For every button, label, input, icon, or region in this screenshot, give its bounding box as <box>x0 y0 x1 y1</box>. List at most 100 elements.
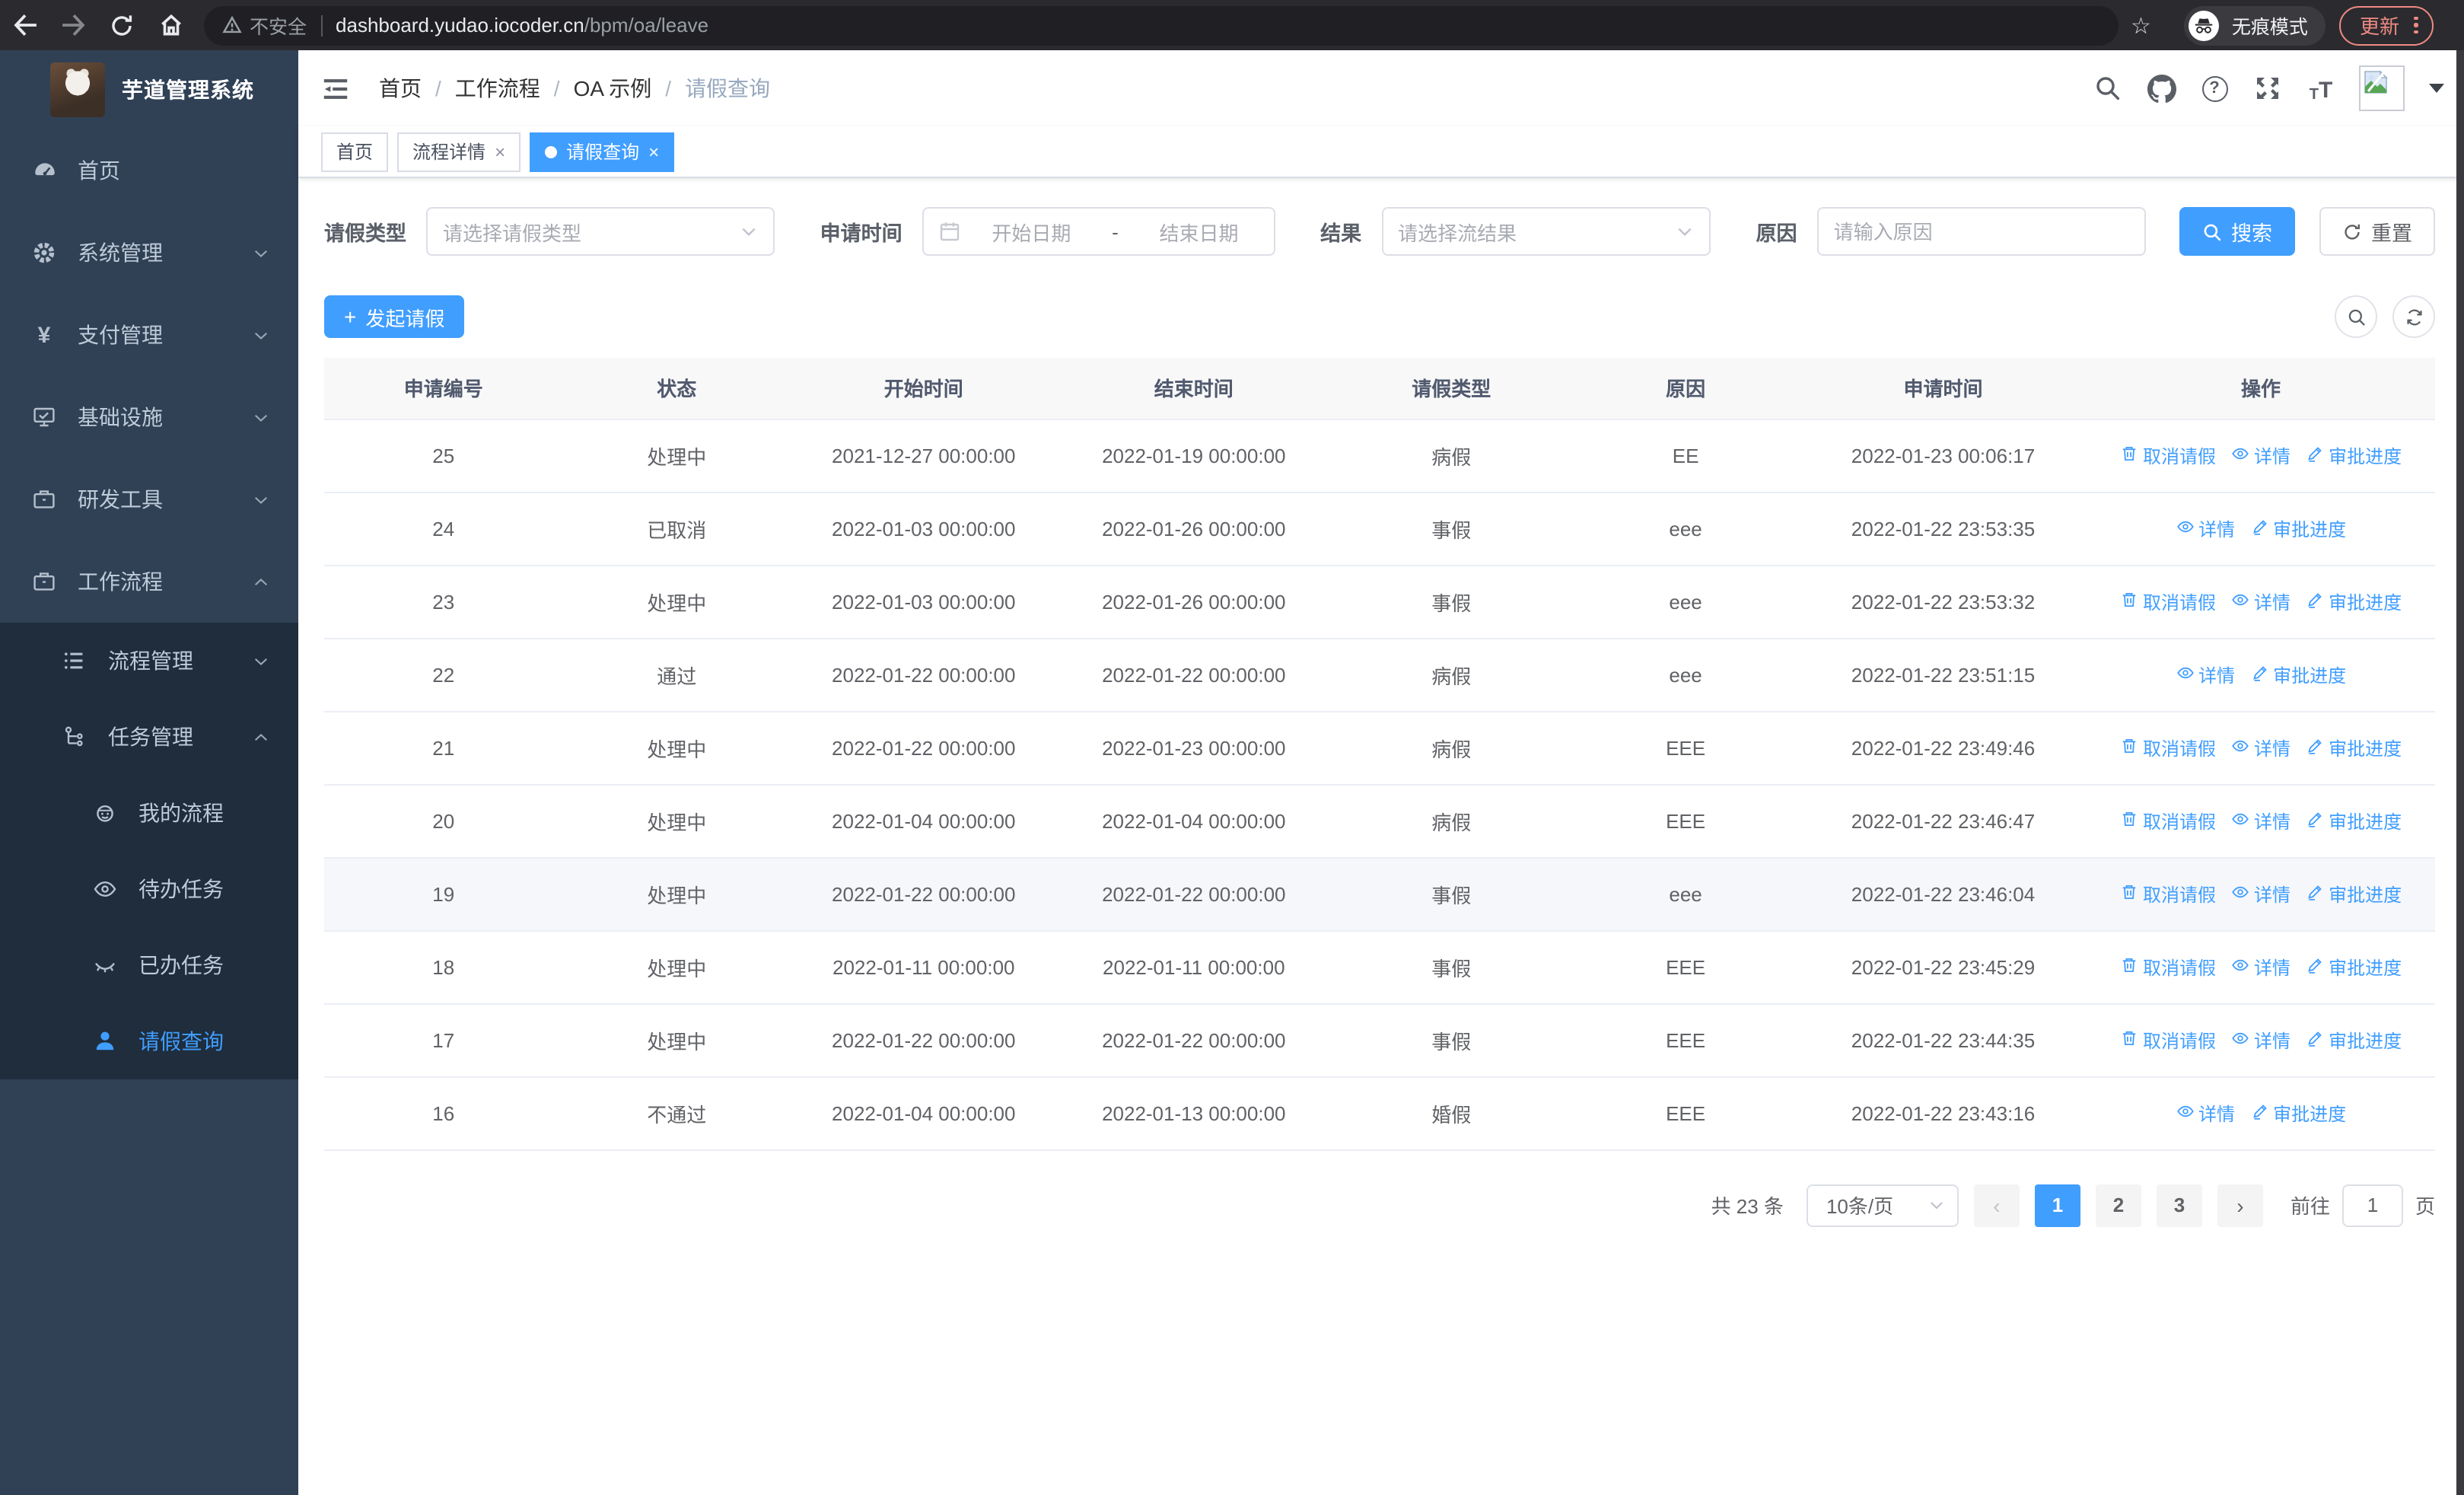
detail-action-link[interactable]: 详情 <box>2231 442 2291 468</box>
breadcrumb-item[interactable]: OA 示例 <box>574 73 652 104</box>
page-button-1[interactable]: 1 <box>2034 1184 2080 1226</box>
next-page-button[interactable]: › <box>2217 1184 2263 1226</box>
detail-action-link[interactable]: 详情 <box>2231 1027 2291 1053</box>
progress-action-link[interactable]: 审批进度 <box>2306 808 2402 834</box>
detail-action-link[interactable]: 详情 <box>2176 515 2235 541</box>
avatar-dropdown-icon[interactable] <box>2429 84 2444 93</box>
eye-icon <box>2231 955 2249 978</box>
dashboard-icon <box>30 158 58 183</box>
cell-type: 事假 <box>1331 565 1572 639</box>
detail-action-link[interactable]: 详情 <box>2231 735 2291 760</box>
refresh-table-button[interactable] <box>2392 295 2435 338</box>
sidebar-item-首页[interactable]: 首页 <box>0 129 298 212</box>
sidebar-item-基础设施[interactable]: 基础设施 <box>0 376 298 458</box>
detail-action-link[interactable]: 详情 <box>2176 661 2235 687</box>
edit-icon <box>2250 663 2268 686</box>
cancel-action-link[interactable]: 取消请假 <box>2120 588 2216 614</box>
cell-apply: 2022-01-22 23:53:35 <box>1799 492 2087 566</box>
user-avatar[interactable] <box>2359 65 2405 111</box>
close-icon[interactable]: × <box>495 142 505 161</box>
detail-action-link[interactable]: 详情 <box>2231 588 2291 614</box>
breadcrumb-item: 请假查询 <box>685 76 771 100</box>
cancel-action-link[interactable]: 取消请假 <box>2120 1027 2216 1053</box>
cell-end: 2022-01-26 00:00:00 <box>1056 565 1332 639</box>
progress-action-link[interactable]: 审批进度 <box>2306 1027 2402 1053</box>
header-search-icon[interactable] <box>2093 73 2123 104</box>
back-icon[interactable] <box>0 0 49 50</box>
goto-page-input[interactable] <box>2341 1184 2403 1226</box>
tab-请假查询[interactable]: 请假查询 × <box>530 132 675 171</box>
close-icon[interactable]: × <box>648 142 659 161</box>
breadcrumb-separator: / <box>665 76 672 100</box>
sidebar-item-label: 任务管理 <box>108 725 193 749</box>
url-bar[interactable]: 不安全 dashboard.yudao.iocoder.cn/bpm/oa/le… <box>204 5 2119 45</box>
font-size-icon[interactable]: TT <box>2306 73 2336 104</box>
page-button-2[interactable]: 2 <box>2095 1184 2141 1226</box>
progress-action-link[interactable]: 审批进度 <box>2306 881 2402 907</box>
sidebar-item-支付管理[interactable]: ¥ 支付管理 <box>0 294 298 376</box>
sidebar-item-请假查询[interactable]: 请假查询 <box>0 1003 298 1079</box>
detail-action-link[interactable]: 详情 <box>2231 954 2291 980</box>
prev-page-button[interactable]: ‹ <box>1973 1184 2020 1226</box>
cell-reason: eee <box>1571 565 1800 639</box>
result-select[interactable]: 请选择流结果 <box>1381 207 1711 256</box>
tab-首页[interactable]: 首页 <box>321 132 389 171</box>
progress-action-link[interactable]: 审批进度 <box>2250 515 2346 541</box>
chevron-down-icon <box>251 651 271 671</box>
sidebar-item-任务管理[interactable]: 任务管理 <box>0 699 298 775</box>
page-size-select[interactable]: 10条/页 <box>1806 1184 1959 1226</box>
home-icon[interactable] <box>146 0 195 50</box>
cancel-action-link[interactable]: 取消请假 <box>2120 442 2216 468</box>
progress-action-link[interactable]: 审批进度 <box>2250 1100 2346 1126</box>
fullscreen-icon[interactable] <box>2252 73 2283 104</box>
leave-type-select[interactable]: 请选择请假类型 <box>426 207 775 256</box>
sidebar-item-我的流程[interactable]: 我的流程 <box>0 775 298 851</box>
github-icon[interactable] <box>2146 73 2176 104</box>
window-scrollbar[interactable] <box>2456 50 2464 1495</box>
progress-action-link[interactable]: 审批进度 <box>2306 442 2402 468</box>
page-button-3[interactable]: 3 <box>2156 1184 2202 1226</box>
detail-action-link[interactable]: 详情 <box>2231 881 2291 907</box>
browser-menu-icon[interactable] <box>2414 16 2418 34</box>
sidebar-item-待办任务[interactable]: 待办任务 <box>0 851 298 927</box>
result-placeholder: 请选择流结果 <box>1398 222 1517 244</box>
cell-status: 通过 <box>562 638 791 712</box>
progress-action-link[interactable]: 审批进度 <box>2250 661 2346 687</box>
sidebar-item-已办任务[interactable]: 已办任务 <box>0 927 298 1003</box>
search-button[interactable]: 搜索 <box>2179 207 2295 256</box>
cancel-action-link[interactable]: 取消请假 <box>2120 881 2216 907</box>
reload-icon[interactable] <box>97 0 146 50</box>
help-icon[interactable]: ? <box>2199 73 2230 104</box>
total-count: 共 23 条 <box>1711 1195 1784 1218</box>
edit-icon <box>2306 1028 2324 1051</box>
breadcrumb-item[interactable]: 工作流程 <box>455 73 540 104</box>
date-end-placeholder: 结束日期 <box>1159 222 1239 244</box>
sidebar-collapse-icon[interactable] <box>318 72 352 105</box>
edit-icon <box>2306 882 2324 905</box>
reset-button[interactable]: 重置 <box>2319 207 2435 256</box>
not-secure-badge[interactable]: 不安全 <box>222 11 307 40</box>
sidebar-item-系统管理[interactable]: 系统管理 <box>0 212 298 294</box>
progress-action-link[interactable]: 审批进度 <box>2306 588 2402 614</box>
cancel-action-link[interactable]: 取消请假 <box>2120 954 2216 980</box>
cancel-action-link[interactable]: 取消请假 <box>2120 735 2216 760</box>
sidebar-item-流程管理[interactable]: 流程管理 <box>0 623 298 699</box>
progress-action-link[interactable]: 审批进度 <box>2306 735 2402 760</box>
forward-icon[interactable] <box>49 0 97 50</box>
sidebar-item-研发工具[interactable]: 研发工具 <box>0 458 298 540</box>
create-leave-button[interactable]: + 发起请假 <box>324 295 465 338</box>
sidebar-item-工作流程[interactable]: 工作流程 <box>0 540 298 623</box>
breadcrumb-item[interactable]: 首页 <box>379 73 422 104</box>
cancel-action-link[interactable]: 取消请假 <box>2120 808 2216 834</box>
tab-流程详情[interactable]: 流程详情 × <box>397 132 521 171</box>
browser-update-button[interactable]: 更新 <box>2339 5 2434 45</box>
detail-action-link[interactable]: 详情 <box>2176 1100 2235 1126</box>
bookmark-star-icon[interactable]: ☆ <box>2131 11 2151 39</box>
apply-time-range-picker[interactable]: 开始日期 - 结束日期 <box>922 207 1275 256</box>
detail-action-link[interactable]: 详情 <box>2231 808 2291 834</box>
progress-action-link[interactable]: 审批进度 <box>2306 954 2402 980</box>
reason-input[interactable] <box>1833 220 2129 243</box>
app-logo-row[interactable]: 芋道管理系统 <box>0 50 298 129</box>
cell-start: 2022-01-22 00:00:00 <box>791 1003 1057 1077</box>
show-search-toggle-button[interactable] <box>2335 295 2377 338</box>
